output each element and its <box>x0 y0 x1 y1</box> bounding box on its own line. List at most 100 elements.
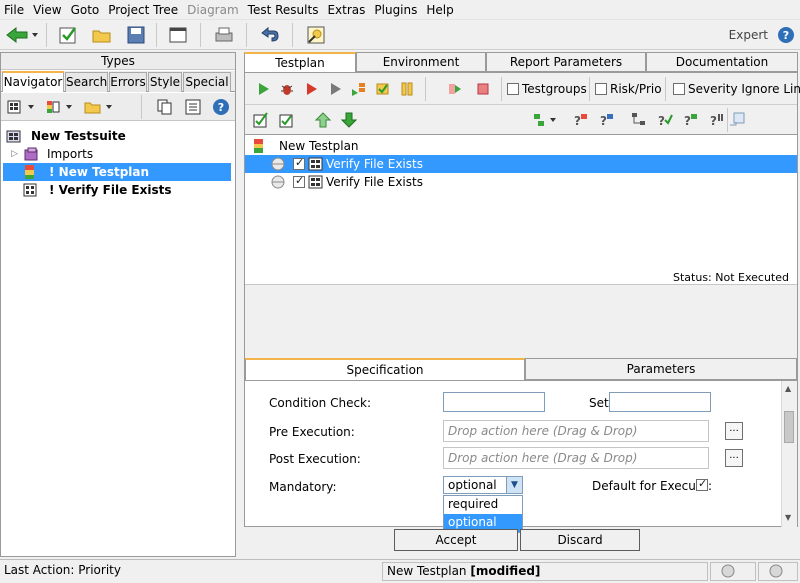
tree-expand-icon <box>534 114 556 126</box>
testsuite-icon <box>6 130 21 143</box>
query-pause-icon: ? <box>710 114 723 128</box>
tab-report-parameters[interactable]: Report Parameters <box>486 52 646 72</box>
run-button[interactable] <box>251 77 275 101</box>
tree-item-imports[interactable]: ▷ Imports <box>11 145 231 163</box>
plan-row[interactable]: Verify File Exists <box>245 155 797 173</box>
save-button[interactable] <box>124 23 148 47</box>
tree-item-testsuite[interactable]: New Testsuite <box>5 127 231 145</box>
back-button[interactable] <box>4 23 40 47</box>
accept-button[interactable]: Accept <box>394 529 518 551</box>
print-button[interactable] <box>212 23 236 47</box>
risk-prio-checkbox[interactable] <box>595 83 607 95</box>
testgroups-checkbox[interactable] <box>507 83 519 95</box>
window-button[interactable] <box>166 23 190 47</box>
tree-item-testplan[interactable]: ! New Testplan <box>3 163 231 181</box>
check-button[interactable] <box>56 23 80 47</box>
tree-item-testcase[interactable]: ! Verify File Exists <box>3 181 231 199</box>
menu-test-results[interactable]: Test Results <box>244 3 324 17</box>
mandatory-select[interactable]: optional ▼ <box>443 476 523 494</box>
plan-root-row[interactable]: New Testplan <box>245 137 797 155</box>
query-tree-button[interactable] <box>627 108 651 132</box>
query-check-icon: ? <box>658 114 673 128</box>
execution-toolbar: Testgroups Risk/Prio Severity Ignore Lin <box>245 73 800 105</box>
expand-tree-button[interactable] <box>527 108 561 132</box>
run-gray-button[interactable] <box>323 77 347 101</box>
tab-style[interactable]: Style <box>148 72 182 92</box>
menu-help[interactable]: Help <box>422 3 458 17</box>
undo-icon <box>261 26 279 42</box>
debug-button[interactable] <box>275 77 299 101</box>
menu-bar: File View Goto Project Tree Diagram Test… <box>0 0 800 20</box>
tab-special[interactable]: Special <box>183 72 231 92</box>
collapse-button[interactable] <box>725 108 749 132</box>
add-testplan-button[interactable] <box>43 95 77 119</box>
risk-prio-option[interactable]: Risk/Prio <box>595 82 662 96</box>
undo-button[interactable] <box>258 23 282 47</box>
spec-scrollbar[interactable]: ▲ ▼ <box>781 381 797 527</box>
pre-execution-dropzone[interactable]: Drop action here (Drag & Drop) <box>443 420 709 442</box>
tab-testplan[interactable]: Testplan <box>244 52 356 72</box>
expand-icon[interactable]: ▷ <box>11 149 23 159</box>
query-check-button[interactable]: ? <box>653 108 677 132</box>
mode-label[interactable]: Expert <box>729 28 768 42</box>
tab-documentation[interactable]: Documentation <box>646 52 798 72</box>
wizard-button[interactable] <box>304 23 328 47</box>
add-folder-button[interactable] <box>83 95 117 119</box>
menu-extras[interactable]: Extras <box>323 3 370 17</box>
tab-environment[interactable]: Environment <box>356 52 486 72</box>
query-risk-button[interactable]: ? <box>569 108 593 132</box>
query-green-button[interactable]: ? <box>679 108 703 132</box>
plan-row[interactable]: Verify File Exists <box>245 173 797 191</box>
run-from-button[interactable] <box>347 77 371 101</box>
open-button[interactable] <box>90 23 114 47</box>
back-arrow-icon <box>6 26 38 44</box>
scroll-down-icon[interactable]: ▼ <box>785 513 791 522</box>
add-testsuite-button[interactable] <box>5 95 39 119</box>
scroll-up-icon[interactable]: ▲ <box>785 384 791 393</box>
set-input[interactable] <box>609 392 711 412</box>
menu-plugins[interactable]: Plugins <box>370 3 422 17</box>
step-button[interactable] <box>371 77 395 101</box>
plan-row-checkbox[interactable] <box>293 174 305 188</box>
navigator-help-icon[interactable]: ? <box>213 99 229 115</box>
option-required[interactable]: required <box>444 496 522 514</box>
pause-button[interactable] <box>395 77 419 101</box>
tree-label-testplan: ! New Testplan <box>49 165 150 179</box>
severity-checkbox[interactable] <box>673 83 685 95</box>
stop-button[interactable] <box>471 77 495 101</box>
menu-view[interactable]: View <box>29 3 66 17</box>
post-execution-browse-button[interactable]: ··· <box>725 449 743 467</box>
tab-parameters[interactable]: Parameters <box>525 358 797 380</box>
scroll-thumb[interactable] <box>784 411 794 443</box>
testgroups-option[interactable]: Testgroups <box>507 82 587 96</box>
skip-button[interactable] <box>443 77 467 101</box>
structure-button[interactable] <box>181 95 205 119</box>
check-selected-button[interactable] <box>275 108 299 132</box>
main-toolbar: Expert ? <box>0 20 800 50</box>
severity-option[interactable]: Severity Ignore Lin <box>673 82 800 96</box>
run-red-button[interactable] <box>299 77 323 101</box>
help-icon[interactable]: ? <box>778 27 794 43</box>
move-down-button[interactable] <box>337 108 361 132</box>
tree-label-testcase: ! Verify File Exists <box>49 183 172 197</box>
tab-errors[interactable]: Errors <box>109 72 147 92</box>
chevron-down-icon[interactable]: ▼ <box>506 477 522 493</box>
discard-button[interactable]: Discard <box>520 529 640 551</box>
post-execution-dropzone[interactable]: Drop action here (Drag & Drop) <box>443 447 709 469</box>
default-execute-checkbox[interactable] <box>696 477 708 491</box>
query-prio-button[interactable]: ? <box>595 108 619 132</box>
move-up-button[interactable] <box>311 108 335 132</box>
menu-goto[interactable]: Goto <box>67 3 105 17</box>
query-prio-icon: ? <box>600 114 613 128</box>
condition-check-input[interactable] <box>443 392 545 412</box>
menu-project-tree[interactable]: Project Tree <box>104 3 183 17</box>
plan-row-checkbox[interactable] <box>293 156 305 170</box>
tab-specification[interactable]: Specification <box>245 358 525 380</box>
tab-navigator[interactable]: Navigator <box>2 71 64 92</box>
copy-button[interactable] <box>153 95 177 119</box>
check-all-button[interactable] <box>249 108 273 132</box>
tab-search[interactable]: Search <box>65 72 108 92</box>
menu-file[interactable]: File <box>0 3 29 17</box>
pre-execution-browse-button[interactable]: ··· <box>725 422 743 440</box>
query-green-icon: ? <box>684 114 697 128</box>
